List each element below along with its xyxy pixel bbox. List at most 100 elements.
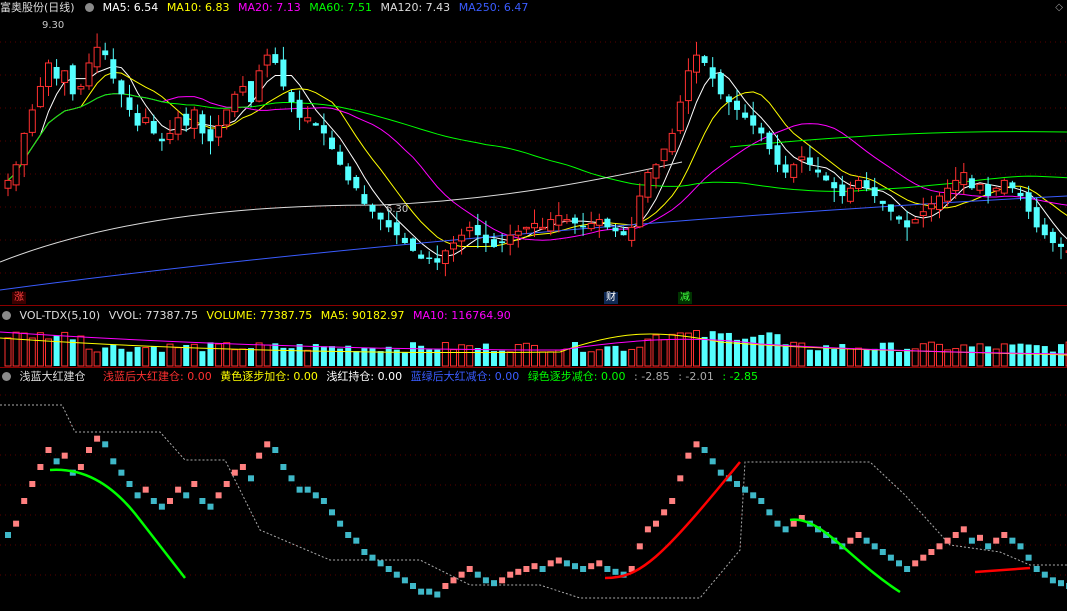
volume-bar [887,342,894,366]
volume-bar [353,351,360,366]
volume-bar [992,348,1000,367]
indicator-bar [53,458,60,465]
volume-bar [329,346,335,366]
volume-bar [69,339,76,366]
volume-bar [110,344,117,366]
volume-bar [126,351,133,366]
candle-body [904,220,911,228]
indicator-bar [272,447,279,453]
indicator-bar [936,543,943,550]
volume-bar [580,351,587,366]
indicator-bar [199,498,206,504]
volume-bar [514,344,522,367]
candle-body [547,219,555,232]
candle-body [701,56,708,63]
volume-bar [919,343,927,367]
candle-body [1000,179,1008,194]
indicator-bar [887,554,894,561]
volume-bar [4,337,12,367]
indicator-bar [345,532,352,538]
indicator-bar [612,568,619,575]
volume-bar [1000,343,1008,367]
volume-bar [976,343,984,367]
candle-body [4,179,12,189]
volume-bar [36,332,44,367]
indicator-bar [523,566,530,572]
candle-body [815,169,821,173]
ma250-line [0,195,1067,291]
volume-bar [77,335,85,367]
indicator-bar [393,571,400,578]
candle-body [628,226,636,241]
indicator-bar [993,537,1000,544]
indicator-bar [102,441,109,448]
indicator-bar [920,554,927,561]
indicator-bar [491,580,497,587]
indicator-bar [952,532,959,538]
candle-body [952,179,960,192]
candle-body [531,222,538,229]
volume-bar [725,332,732,366]
candle-body [312,123,319,126]
volume-bar [896,351,902,366]
candle-body [985,184,992,197]
indicator-bar [774,520,781,527]
volume-bar [223,342,231,367]
indicator-bar [912,560,919,567]
candle-body [823,175,830,181]
candle-body [896,216,902,220]
candle-body [223,109,231,126]
volume-bar [215,343,223,367]
volume-bar [410,342,416,366]
indicator-bar [466,566,473,572]
indicator-bar [13,520,20,527]
indicator-bar [1049,577,1056,584]
indicator-bar [782,526,789,533]
high-label: 9.30 [42,20,64,31]
volume-bar [960,344,968,367]
indicator-bar [1009,537,1016,544]
volume-bar [660,339,668,367]
candle-body [272,54,279,63]
volume-bar [61,331,69,367]
indicator-bar [304,486,311,493]
volume-bar [263,344,271,367]
volume-bar [1009,344,1016,366]
indicator-bar [904,566,911,572]
indicator-bar [847,537,854,544]
indicator-bar [118,469,125,476]
volume-bar [815,350,821,366]
candle-body [385,220,392,228]
volume-bar [231,349,239,367]
candle-body [158,138,165,142]
indicator-bar [547,560,554,567]
candle-body [134,113,141,126]
candle-body [491,239,497,247]
indicator-bar [1033,566,1040,572]
indicator-bar [37,464,44,470]
volume-bar [936,343,943,367]
volume-bar [248,348,254,366]
volume-bar [150,346,157,366]
indicator-bar [296,486,303,493]
volume-bar [555,349,563,367]
indicator-bar [150,498,157,504]
volume-bar [474,348,481,366]
indicator-bar [482,577,489,584]
candle-body [919,211,927,217]
candle-body [150,121,157,134]
candle-body [231,93,239,113]
volume-bar [572,342,578,366]
candle-body [1017,192,1024,197]
candle-body [595,219,603,226]
volume-bar [839,344,846,366]
indicator-bar [21,498,28,504]
volume-bar [620,350,627,366]
candle-body [587,222,595,230]
candle-body [102,50,109,56]
candle-body [652,164,660,179]
candle-body [927,203,935,210]
volume-bar [863,349,870,366]
candle-body [806,157,813,165]
candle-body [758,127,765,134]
